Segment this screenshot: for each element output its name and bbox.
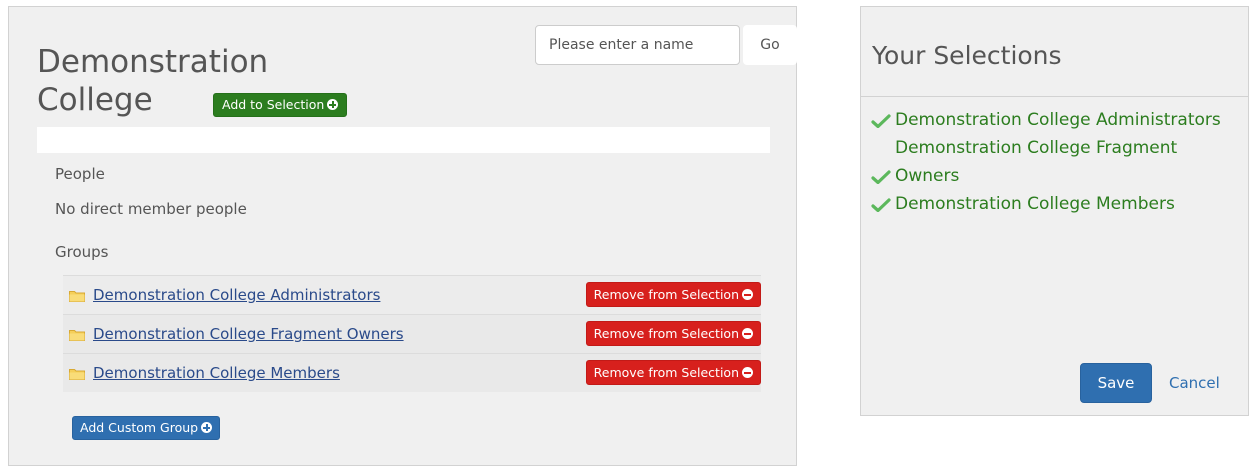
add-custom-group-label: Add Custom Group — [80, 420, 199, 435]
add-custom-group-button[interactable]: Add Custom Group — [72, 416, 221, 440]
minus-circle-icon — [742, 289, 753, 300]
add-to-selection-label: Add to Selection — [222, 97, 325, 112]
groups-heading: Groups — [55, 243, 109, 261]
divider — [861, 96, 1248, 97]
minus-circle-icon — [742, 367, 753, 378]
search-input[interactable] — [535, 25, 740, 65]
selection-label: Demonstration College Fragment Owners — [895, 138, 1178, 186]
results-strip — [37, 127, 770, 153]
check-icon — [871, 114, 891, 128]
plus-circle-icon — [201, 422, 213, 433]
group-row: Demonstration College Administrators Rem… — [63, 275, 761, 314]
selection-label: Demonstration College Administrators — [895, 110, 1221, 130]
folder-icon — [69, 291, 85, 302]
remove-label: Remove from Selection — [593, 326, 739, 341]
selection-item: Demonstration College Fragment Owners — [871, 134, 1246, 190]
minus-circle-icon — [742, 328, 753, 339]
remove-label: Remove from Selection — [593, 365, 739, 380]
no-people-text: No direct member people — [55, 200, 247, 218]
selection-label: Demonstration College Members — [895, 194, 1175, 214]
group-row: Demonstration College Members Remove fro… — [63, 353, 761, 392]
check-icon — [871, 170, 891, 184]
group-list: Demonstration College Administrators Rem… — [63, 275, 761, 392]
title-line-1: Demonstration — [37, 44, 269, 80]
cancel-button[interactable]: Cancel — [1169, 363, 1220, 403]
group-link[interactable]: Demonstration College Members — [93, 364, 340, 382]
group-link[interactable]: Demonstration College Administrators — [93, 286, 380, 304]
selection-item: Demonstration College Administrators — [871, 106, 1246, 134]
group-row: Demonstration College Fragment Owners Re… — [63, 314, 761, 353]
plus-circle-icon — [327, 99, 339, 110]
remove-from-selection-button[interactable]: Remove from Selection — [585, 360, 761, 385]
selection-item: Demonstration College Members — [871, 190, 1246, 218]
add-to-selection-button[interactable]: Add to Selection — [213, 93, 348, 117]
title-line-2: College — [37, 82, 153, 118]
people-heading: People — [55, 165, 105, 183]
remove-from-selection-button[interactable]: Remove from Selection — [585, 282, 761, 307]
selection-list: Demonstration College Administrators Dem… — [871, 106, 1246, 218]
folder-icon — [69, 369, 85, 380]
save-button[interactable]: Save — [1080, 363, 1152, 403]
selections-panel: Your Selections Demonstration College Ad… — [860, 6, 1249, 416]
remove-label: Remove from Selection — [593, 287, 739, 302]
folder-icon — [69, 330, 85, 341]
group-browser-panel: Demonstration College Add to Selection G… — [8, 6, 797, 466]
group-link[interactable]: Demonstration College Fragment Owners — [93, 325, 404, 343]
remove-from-selection-button[interactable]: Remove from Selection — [585, 321, 761, 346]
check-icon — [871, 198, 891, 212]
selections-title: Your Selections — [872, 41, 1062, 70]
go-button[interactable]: Go — [743, 25, 797, 65]
